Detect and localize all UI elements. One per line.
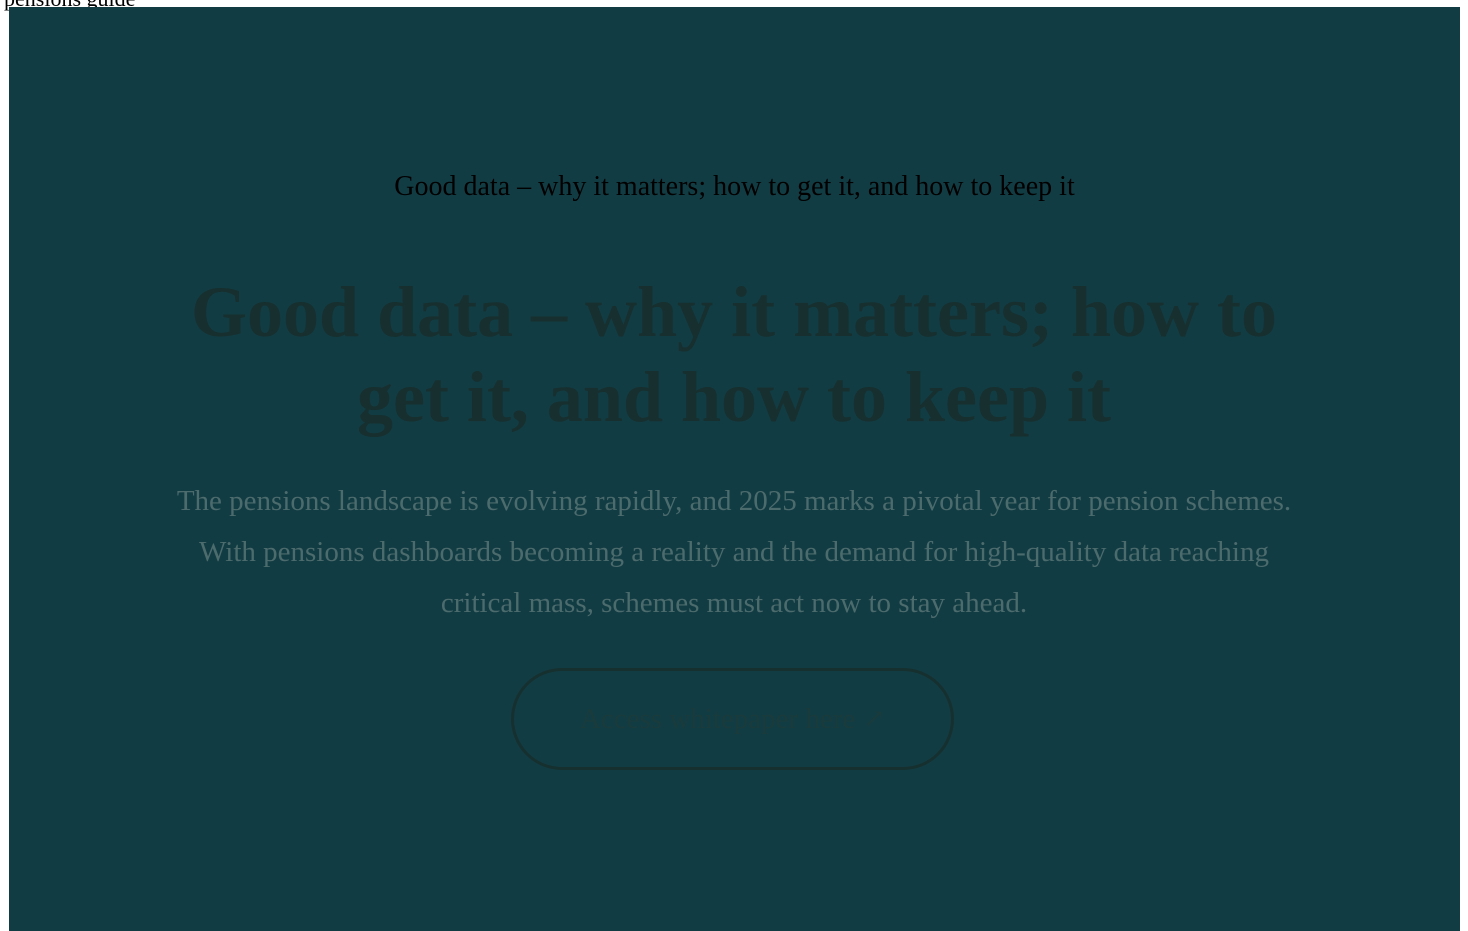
access-whitepaper-button[interactable]: Access whitepaper here ↗ [511, 668, 954, 770]
access-whitepaper-label: Access whitepaper here [579, 702, 856, 735]
hero-eyebrow: Good data – why it matters; how to get i… [394, 171, 1075, 202]
arrow-up-right-icon: ↗ [863, 704, 886, 733]
hero-intro: The pensions landscape is evolving rapid… [176, 485, 1292, 619]
hero-section: Good data – why it matters; how to get i… [9, 7, 1460, 931]
page: pensions guide Good data – why it matter… [0, 0, 1468, 931]
hero-title: Good data – why it matters; how to get i… [191, 272, 1277, 437]
